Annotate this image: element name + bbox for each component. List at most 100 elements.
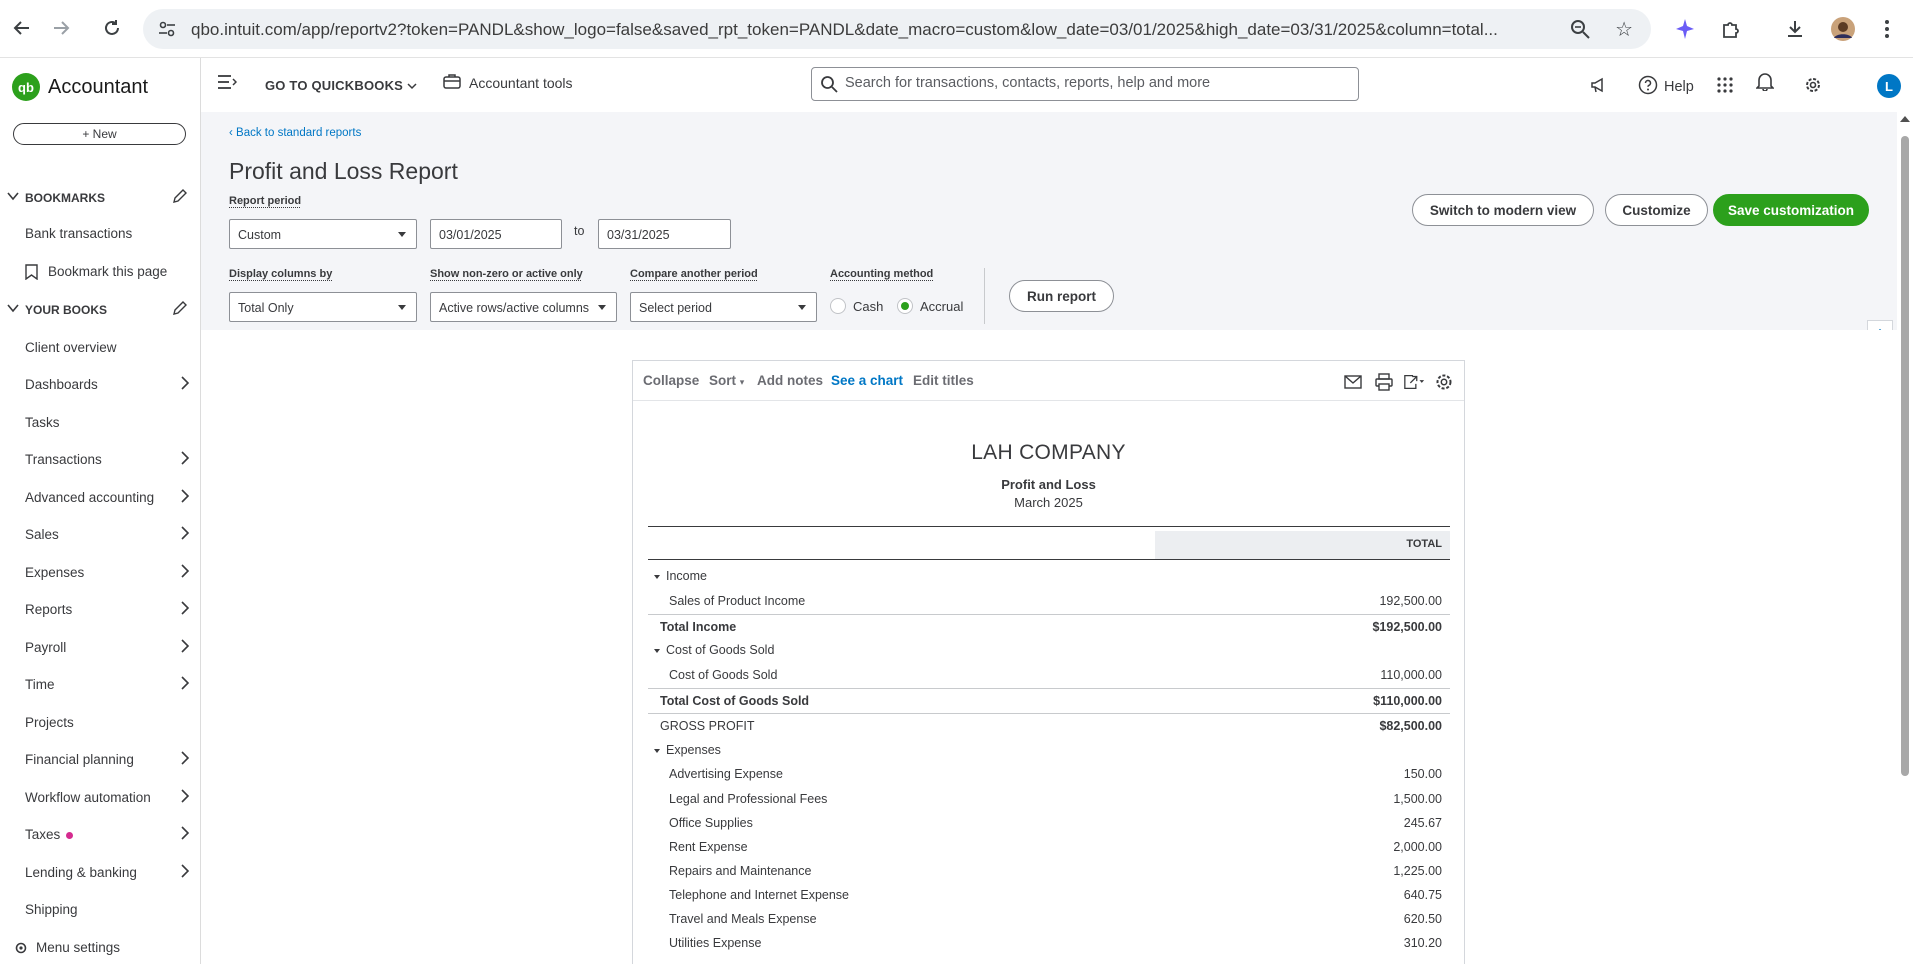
notifications-bell-icon[interactable] [1752,68,1778,94]
report-period-select[interactable]: Custom [229,219,417,249]
user-avatar[interactable]: L [1877,74,1901,98]
row-amount[interactable]: $110,000.00 [1373,694,1442,708]
global-search[interactable] [811,67,1359,101]
cash-radio[interactable]: Cash [830,298,883,314]
row-amount[interactable]: 192,500.00 [1379,594,1442,608]
extension-sparkle-icon[interactable] [1672,16,1698,42]
row-amount[interactable]: 620.50 [1404,912,1442,926]
save-customization-button[interactable]: Save customization [1713,194,1869,226]
table-row[interactable]: Expenses [648,738,1450,762]
bookmarks-section-header[interactable]: BOOKMARKS [0,182,200,212]
switch-modern-view-button[interactable]: Switch to modern view [1412,194,1594,226]
page-scrollbar[interactable] [1897,112,1913,964]
back-to-reports-link[interactable]: ‹ Back to standard reports [229,127,361,139]
scroll-thumb[interactable] [1901,136,1909,776]
sidebar-item-shipping[interactable]: Shipping [0,892,200,928]
edit-pencil-icon[interactable] [172,188,188,207]
column-header-total[interactable]: TOTAL [1155,531,1450,559]
address-bar[interactable]: qbo.intuit.com/app/reportv2?token=PANDL&… [143,9,1651,49]
hamburger-menu-icon[interactable] [217,74,238,93]
display-columns-select[interactable]: Total Only [229,292,417,322]
sidebar-item-financial-planning[interactable]: Financial planning [0,742,200,778]
bookmark-bank-transactions[interactable]: Bank transactions [0,216,200,252]
table-row[interactable]: Total Income $192,500.00 [648,614,1450,638]
row-amount[interactable]: 110,000.00 [1380,668,1442,682]
compare-period-select[interactable]: Select period [630,292,817,322]
table-row[interactable]: Telephone and Internet Expense 640.75 [648,883,1450,907]
forward-arrow-icon[interactable] [47,14,75,42]
table-row[interactable]: Office Supplies 245.67 [648,811,1450,835]
bookmark-star-icon[interactable]: ☆ [1615,17,1633,42]
export-icon[interactable] [1403,371,1425,393]
sidebar-item-taxes[interactable]: Taxes [0,817,200,853]
table-row[interactable]: Advertising Expense 150.00 [648,762,1450,786]
row-amount[interactable]: 2,000.00 [1393,840,1442,854]
company-name[interactable]: LAH COMPANY [633,441,1464,465]
sidebar-item-workflow-automation[interactable]: Workflow automation [0,780,200,816]
show-nonzero-select[interactable]: Active rows/active columns [430,292,617,322]
collapse-triangle-icon[interactable] [654,574,660,579]
scroll-up-arrow-icon[interactable] [1900,116,1910,122]
table-row[interactable]: Legal and Professional Fees 1,500.00 [648,787,1450,811]
date-from-input[interactable]: 03/01/2025 [430,219,562,249]
help-button[interactable]: Help [1638,75,1694,99]
sort-button[interactable]: Sort ▾ [709,373,744,388]
see-chart-button[interactable]: See a chart [831,373,903,388]
sidebar-item-expenses[interactable]: Expenses [0,555,200,591]
print-icon[interactable] [1373,371,1395,393]
table-row[interactable]: Utilities Expense 310.20 [648,931,1450,955]
reload-icon[interactable] [98,14,126,42]
table-row[interactable]: Sales of Product Income 192,500.00 [648,589,1450,613]
report-period[interactable]: March 2025 [633,495,1464,510]
collapse-triangle-icon[interactable] [654,648,660,653]
profile-avatar[interactable] [1830,16,1856,42]
menu-settings[interactable]: Menu settings [0,930,200,964]
date-to-input[interactable]: 03/31/2025 [598,219,731,249]
table-row[interactable]: Travel and Meals Expense 620.50 [648,907,1450,931]
row-amount[interactable]: $192,500.00 [1372,620,1442,634]
sidebar-item-time[interactable]: Time [0,667,200,703]
table-row[interactable]: GROSS PROFIT $82,500.00 [648,713,1450,737]
email-icon[interactable] [1342,371,1364,393]
row-amount[interactable]: 1,500.00 [1393,792,1442,806]
add-notes-button[interactable]: Add notes [757,373,823,388]
search-input[interactable] [845,75,1345,91]
row-amount[interactable]: 150.00 [1404,767,1442,781]
sidebar-item-tasks[interactable]: Tasks [0,405,200,441]
site-info-icon[interactable] [157,19,177,39]
row-amount[interactable]: $82,500.00 [1379,719,1442,733]
sidebar-item-projects[interactable]: Projects [0,705,200,741]
collapse-button[interactable]: Collapse [643,373,699,388]
new-button[interactable]: + New [13,123,186,145]
edit-titles-button[interactable]: Edit titles [913,373,974,388]
sidebar-item-advanced-accounting[interactable]: Advanced accounting [0,480,200,516]
apps-grid-icon[interactable] [1712,72,1738,98]
url-text[interactable]: qbo.intuit.com/app/reportv2?token=PANDL&… [191,20,1571,40]
accrual-radio[interactable]: Accrual [897,298,963,314]
table-row[interactable]: Cost of Goods Sold [648,638,1450,662]
accountant-tools-button[interactable]: Accountant tools [443,73,573,92]
report-name[interactable]: Profit and Loss [633,477,1464,492]
table-row[interactable]: Income [648,564,1450,588]
bookmark-this-page[interactable]: Bookmark this page [0,254,200,290]
sidebar-item-reports[interactable]: Reports [0,592,200,628]
collapse-triangle-icon[interactable] [654,748,660,753]
settings-gear-icon[interactable] [1800,72,1826,98]
zoom-icon[interactable] [1569,18,1591,40]
row-amount[interactable]: 640.75 [1404,888,1442,902]
sidebar-item-transactions[interactable]: Transactions [0,442,200,478]
table-row[interactable]: Cost of Goods Sold 110,000.00 [648,663,1450,687]
sidebar-item-dashboards[interactable]: Dashboards [0,367,200,403]
table-row[interactable]: Repairs and Maintenance 1,225.00 [648,859,1450,883]
edit-pencil-icon[interactable] [172,300,188,319]
back-arrow-icon[interactable] [8,14,36,42]
sidebar-item-sales[interactable]: Sales [0,517,200,553]
your-books-section-header[interactable]: YOUR BOOKS [0,294,200,324]
customize-button[interactable]: Customize [1605,194,1708,226]
sidebar-item-client-overview[interactable]: Client overview [0,330,200,366]
row-amount[interactable]: 310.20 [1404,936,1442,950]
browser-menu-icon[interactable] [1874,16,1900,42]
table-row[interactable]: Total Cost of Goods Sold $110,000.00 [648,688,1450,712]
go-to-quickbooks-menu[interactable]: GO TO QUICKBOOKS [265,78,417,93]
megaphone-icon[interactable] [1586,72,1612,98]
